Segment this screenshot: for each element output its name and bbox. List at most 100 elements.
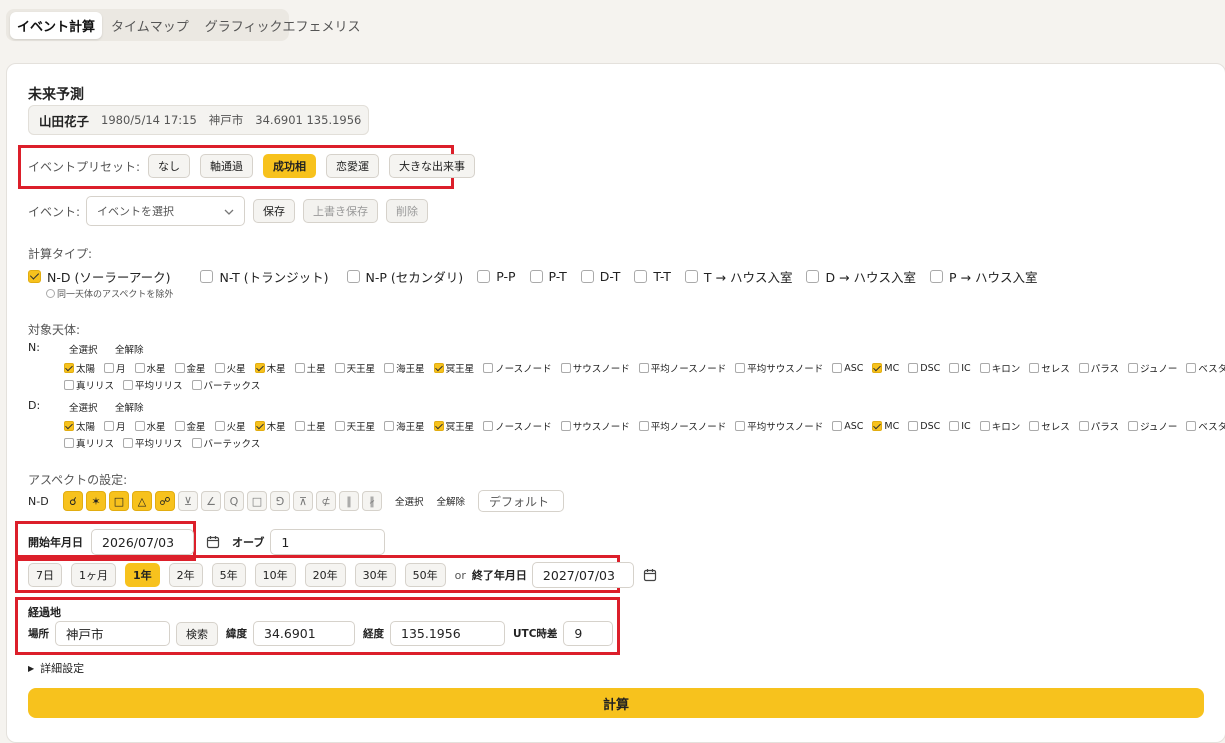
body-checkbox[interactable] [214, 421, 225, 431]
aspect-toggle[interactable]: ⊼ [293, 491, 313, 511]
calculate-button[interactable]: 計算 [28, 688, 1204, 718]
calc-type-option[interactable]: D-T [580, 269, 620, 284]
body-checkbox[interactable] [254, 363, 265, 373]
calc-type-checkbox[interactable] [346, 270, 360, 283]
tab-event-calc[interactable]: イベント計算 [10, 11, 103, 39]
body-option[interactable]: バーテックス [191, 436, 260, 450]
end-date-input[interactable]: 2027/07/03 [531, 562, 634, 588]
aspect-toggle[interactable]: ⊄ [316, 491, 336, 511]
duration-button[interactable]: 1ヶ月 [71, 563, 116, 587]
body-checkbox[interactable] [483, 363, 494, 373]
body-checkbox[interactable] [638, 421, 649, 431]
body-checkbox[interactable] [979, 363, 990, 373]
body-checkbox[interactable] [191, 380, 202, 390]
aspect-toggle[interactable]: ∦ [362, 491, 382, 511]
body-checkbox[interactable] [294, 363, 305, 373]
duration-button[interactable]: 1年 [125, 563, 160, 587]
aspect-toggle[interactable]: ✶ [86, 491, 106, 511]
duration-button[interactable]: 50年 [404, 563, 446, 587]
duration-button[interactable]: 5年 [211, 563, 246, 587]
aspect-toggle[interactable]: ∠ [201, 491, 221, 511]
aspect-toggle[interactable]: □ [109, 491, 129, 511]
body-option[interactable]: 土星 [294, 419, 326, 433]
body-option[interactable]: 木星 [254, 361, 286, 375]
exclude-same-body-option[interactable]: 同一天体のアスペクトを除外 [46, 287, 173, 300]
body-checkbox[interactable] [104, 421, 115, 431]
tab-graphic-ephemeris[interactable]: グラフィックエフェメリス [198, 12, 368, 39]
delete-button[interactable]: 削除 [386, 199, 429, 223]
body-option[interactable]: 海王星 [384, 361, 425, 375]
body-checkbox[interactable] [1078, 421, 1089, 431]
body-option[interactable]: ベスタ [1186, 361, 1225, 375]
orb-input[interactable]: 1 [270, 529, 386, 555]
body-checkbox[interactable] [191, 438, 202, 448]
body-option[interactable]: 真リリス [64, 436, 114, 450]
body-checkbox[interactable] [134, 363, 145, 373]
body-checkbox[interactable] [1128, 421, 1139, 431]
body-checkbox[interactable] [735, 363, 746, 373]
calc-type-option[interactable]: T → ハウス入室 [684, 267, 792, 286]
duration-button[interactable]: 20年 [304, 563, 346, 587]
preset-love-button[interactable]: 恋愛運 [326, 154, 380, 178]
body-option[interactable]: 平均リリス [123, 378, 183, 392]
body-checkbox[interactable] [174, 363, 185, 373]
body-checkbox[interactable] [872, 421, 883, 431]
body-checkbox[interactable] [832, 363, 843, 373]
body-checkbox[interactable] [908, 421, 919, 431]
aspect-toggle[interactable]: ☌ [63, 491, 83, 511]
body-option[interactable]: サウスノード [560, 419, 630, 433]
body-option[interactable]: 冥王星 [433, 361, 474, 375]
body-option[interactable]: 平均サウスノード [735, 361, 823, 375]
deselect-all-aspects-button[interactable]: 全解除 [437, 494, 466, 508]
select-all-bodies-button[interactable]: 全選択 [69, 400, 98, 414]
body-option[interactable]: ベスタ [1186, 419, 1225, 433]
event-select[interactable]: イベントを選択 [86, 196, 246, 226]
body-option[interactable]: 水星 [134, 419, 166, 433]
preset-none-button[interactable]: なし [148, 154, 191, 178]
body-checkbox[interactable] [735, 421, 746, 431]
calc-type-option[interactable]: P → ハウス入室 [930, 267, 1037, 286]
body-checkbox[interactable] [334, 421, 345, 431]
calendar-icon[interactable] [202, 531, 224, 553]
calc-type-option[interactable]: P-T [529, 269, 567, 284]
body-checkbox[interactable] [104, 363, 115, 373]
body-option[interactable]: 土星 [294, 361, 326, 375]
body-checkbox[interactable] [64, 421, 74, 431]
body-checkbox[interactable] [949, 363, 960, 373]
body-option[interactable]: サウスノード [560, 361, 630, 375]
body-checkbox[interactable] [560, 363, 571, 373]
body-option[interactable]: 天王星 [334, 361, 375, 375]
body-checkbox[interactable] [64, 363, 74, 373]
duration-button[interactable]: 10年 [254, 563, 296, 587]
body-checkbox[interactable] [560, 421, 571, 431]
body-option[interactable]: 水星 [134, 361, 166, 375]
body-checkbox[interactable] [384, 421, 395, 431]
body-option[interactable]: 金星 [174, 419, 206, 433]
body-option[interactable]: 真リリス [64, 378, 114, 392]
body-option[interactable]: バーテックス [191, 378, 260, 392]
body-option[interactable]: ノースノード [483, 361, 552, 375]
aspect-toggle[interactable]: ☍ [155, 491, 175, 511]
aspect-toggle[interactable]: ⅁ [270, 491, 290, 511]
body-checkbox[interactable] [1186, 363, 1197, 373]
body-option[interactable]: DSC [908, 363, 940, 374]
body-option[interactable]: 平均リリス [123, 436, 183, 450]
utc-input[interactable]: 9 [563, 621, 614, 646]
body-checkbox[interactable] [433, 421, 444, 431]
place-input[interactable]: 神戸市 [55, 621, 170, 646]
body-option[interactable]: IC [949, 363, 971, 374]
lon-input[interactable]: 135.1956 [390, 621, 505, 646]
deselect-all-bodies-button[interactable]: 全解除 [115, 342, 144, 356]
body-checkbox[interactable] [638, 363, 649, 373]
body-option[interactable]: パラス [1078, 361, 1119, 375]
aspect-toggle[interactable]: △ [132, 491, 152, 511]
calc-type-option[interactable]: N-T (トランジット) [200, 267, 329, 286]
body-option[interactable]: 金星 [174, 361, 206, 375]
body-option[interactable]: 火星 [214, 419, 246, 433]
body-option[interactable]: IC [949, 421, 971, 432]
details-toggle[interactable]: ▶ 詳細設定 [28, 660, 84, 676]
deselect-all-bodies-button[interactable]: 全解除 [115, 400, 144, 414]
body-option[interactable]: ジュノー [1128, 361, 1177, 375]
body-option[interactable]: 月 [104, 419, 126, 433]
body-checkbox[interactable] [134, 421, 145, 431]
